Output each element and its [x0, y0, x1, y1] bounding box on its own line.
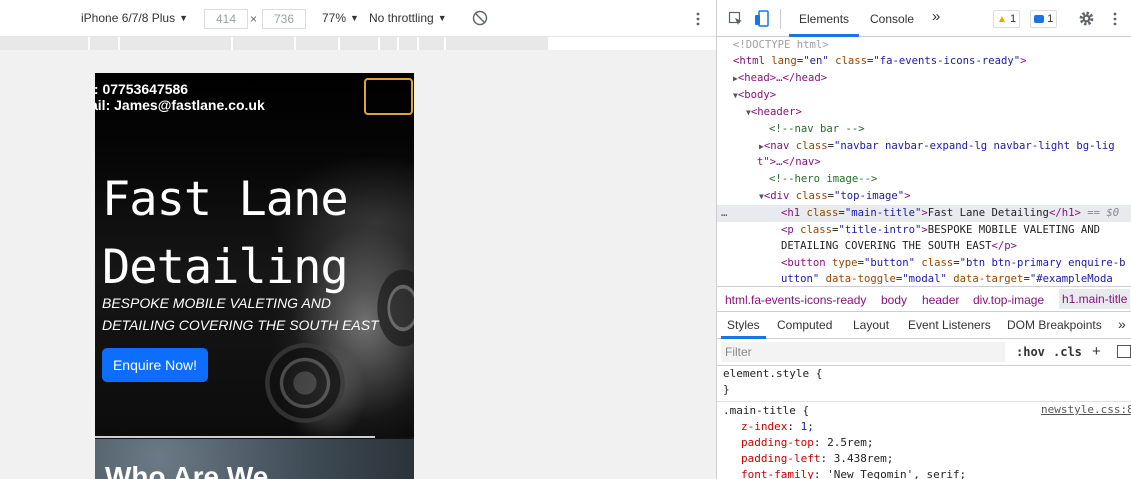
dom-line-html[interactable]: <html lang="en" class="fa-events-icons-r… — [733, 53, 1026, 70]
devtools-panel: Elements Console » ▲ 1 1 <!DOCTYPE html>… — [716, 0, 1131, 479]
navbar-toggler-button[interactable] — [364, 78, 413, 115]
rule-selector[interactable]: .main-title { — [723, 403, 809, 419]
warning-icon: ▲ — [997, 14, 1007, 25]
media-query-marker — [294, 37, 296, 50]
enquire-button[interactable]: Enquire Now! — [102, 348, 208, 382]
contact-email[interactable]: ail: James@fastlane.co.uk — [95, 97, 265, 113]
media-query-marker — [338, 37, 340, 50]
main-title-line-1: Fast Lane — [102, 172, 349, 227]
tab-layout[interactable]: Layout — [853, 318, 889, 332]
breadcrumb-item-body[interactable]: body — [881, 293, 907, 307]
breadcrumb: html.fa-events-icons-ready body header d… — [717, 286, 1131, 312]
dom-line-doctype[interactable]: <!DOCTYPE html> — [733, 37, 829, 54]
styles-filter-bar: :hov .cls + — [717, 339, 1131, 366]
messages-badge[interactable]: 1 — [1030, 10, 1058, 28]
chevron-down-icon: ▼ — [350, 13, 359, 23]
width-input[interactable]: 414 — [204, 9, 248, 29]
dom-line-body[interactable]: ▼<body> — [733, 87, 776, 104]
throttling-select[interactable]: No throttling ▼ — [369, 11, 447, 25]
dom-line-button[interactable]: <button type="button" class="btn btn-pri… — [781, 255, 1125, 272]
styles-tabbar: Styles Computed Layout Event Listeners D… — [717, 312, 1131, 339]
hover-state-button[interactable]: :hov — [1016, 345, 1045, 359]
dom-line-p-wrap[interactable]: DETAILING COVERING THE SOUTH EAST</p> — [781, 238, 1017, 255]
more-tabs-button[interactable]: » — [932, 8, 940, 25]
dom-line-comment-nav[interactable]: <!--nav bar --> — [769, 121, 865, 138]
dom-line-comment-hero[interactable]: <!--hero image--> — [769, 171, 877, 188]
style-property[interactable]: font-family: 'New Tegomin', serif; — [741, 467, 966, 479]
element-style-close: } — [723, 383, 730, 396]
hero-divider — [95, 436, 375, 438]
breadcrumb-item-header[interactable]: header — [922, 293, 959, 307]
warnings-count: 1 — [1009, 13, 1017, 25]
gear-icon[interactable] — [1078, 10, 1095, 27]
zoom-select[interactable]: 77% ▼ — [322, 11, 359, 25]
dom-line-div[interactable]: ▼<div class="top-image"> — [759, 188, 911, 205]
devtools-tabbar: Elements Console » ▲ 1 1 — [717, 0, 1131, 37]
chevron-down-icon: ▼ — [437, 13, 447, 23]
more-options-icon[interactable] — [693, 10, 703, 28]
dimension-separator: × — [250, 12, 258, 26]
dom-line-h1-selected[interactable]: … <h1 class="main-title">Fast Lane Detail… — [717, 205, 1131, 222]
element-style-selector[interactable]: element.style { — [723, 366, 822, 382]
device-toolbar: iPhone 6/7/8 Plus ▼ 414 × 736 77% ▼ No thr… — [0, 0, 716, 37]
device-toolbar-toggle-icon[interactable] — [754, 10, 770, 27]
tab-styles[interactable]: Styles — [727, 318, 760, 332]
media-query-bar[interactable] — [0, 37, 548, 50]
warnings-badge[interactable]: ▲ 1 — [993, 10, 1021, 28]
tab-elements[interactable]: Elements — [799, 12, 849, 26]
about-heading: Who Are We — [105, 461, 269, 479]
sidebar-toggle-icon[interactable] — [1117, 345, 1131, 358]
main-title: Fast Lane Detailing — [102, 166, 402, 302]
device-select-label: iPhone 6/7/8 Plus — [81, 11, 176, 25]
rotate-icon[interactable] — [472, 10, 488, 26]
dom-line-nav[interactable]: ▶<nav class="navbar navbar-expand-lg nav… — [759, 138, 1115, 155]
dom-line-header[interactable]: ▼<header> — [746, 104, 802, 121]
style-property[interactable]: padding-left: 3.438rem; — [741, 451, 893, 467]
styles-filter-input[interactable] — [721, 342, 1005, 362]
inspect-element-icon[interactable] — [728, 11, 744, 27]
media-query-marker — [118, 37, 120, 50]
height-input[interactable]: 736 — [262, 9, 306, 29]
throttling-label: No throttling — [369, 11, 434, 25]
about-section: Who Are We — [95, 439, 414, 479]
add-style-rule-icon[interactable]: + — [1092, 343, 1101, 360]
dom-line-nav-wrap[interactable]: t">…</nav> — [757, 154, 821, 171]
media-query-marker — [417, 37, 419, 50]
dom-line-p[interactable]: <p class="title-intro">BESPOKE MOBILE VA… — [781, 222, 1100, 239]
car-wheel-image — [265, 343, 345, 423]
dom-line-head[interactable]: ▶<head>…</head> — [733, 70, 827, 87]
style-property[interactable]: padding-top: 2.5rem; — [741, 435, 873, 451]
media-query-marker — [88, 37, 90, 50]
tab-dom-breakpoints[interactable]: DOM Breakpoints — [1007, 318, 1102, 332]
messages-count: 1 — [1047, 13, 1054, 25]
message-icon — [1034, 15, 1044, 23]
class-toggle-button[interactable]: .cls — [1053, 345, 1082, 359]
dom-tree: <!DOCTYPE html> <html lang="en" class="f… — [717, 37, 1131, 286]
more-tabs-button[interactable]: » — [1118, 316, 1126, 332]
emulated-page: l: 07753647586 ail: James@fastlane.co.uk… — [95, 73, 414, 479]
title-intro: BESPOKE MOBILE VALETING AND DETAILING CO… — [102, 295, 379, 333]
rule-source-link[interactable]: newstyle.css:8 — [1041, 402, 1131, 418]
device-select[interactable]: iPhone 6/7/8 Plus ▼ — [81, 11, 188, 25]
zoom-label: 77% — [322, 11, 347, 25]
breadcrumb-item-h1[interactable]: h1.main-title — [1059, 289, 1131, 309]
contact-phone[interactable]: l: 07753647586 — [95, 81, 188, 97]
media-query-marker — [444, 37, 446, 50]
dom-line-button-wrap[interactable]: utton" data-toggle="modal" data-target="… — [781, 271, 1113, 286]
tab-event-listeners[interactable]: Event Listeners — [908, 318, 991, 332]
toolbar-divider — [780, 9, 781, 29]
media-query-marker — [397, 37, 399, 50]
row-actions-icon[interactable]: … — [721, 205, 727, 222]
tab-console[interactable]: Console — [870, 12, 914, 26]
breadcrumb-item-div[interactable]: div.top-image — [973, 293, 1044, 307]
more-options-icon[interactable] — [1111, 10, 1119, 28]
media-query-marker — [378, 37, 380, 50]
media-query-marker — [231, 37, 233, 50]
chevron-down-icon: ▼ — [179, 13, 188, 23]
styles-pane: element.style { } .main-title { newstyle… — [717, 366, 1131, 479]
hero-image: l: 07753647586 ail: James@fastlane.co.uk… — [95, 73, 414, 437]
style-property[interactable]: z-index: 1; — [741, 419, 814, 435]
breadcrumb-item-html[interactable]: html.fa-events-icons-ready — [725, 293, 866, 307]
tab-computed[interactable]: Computed — [777, 318, 832, 332]
